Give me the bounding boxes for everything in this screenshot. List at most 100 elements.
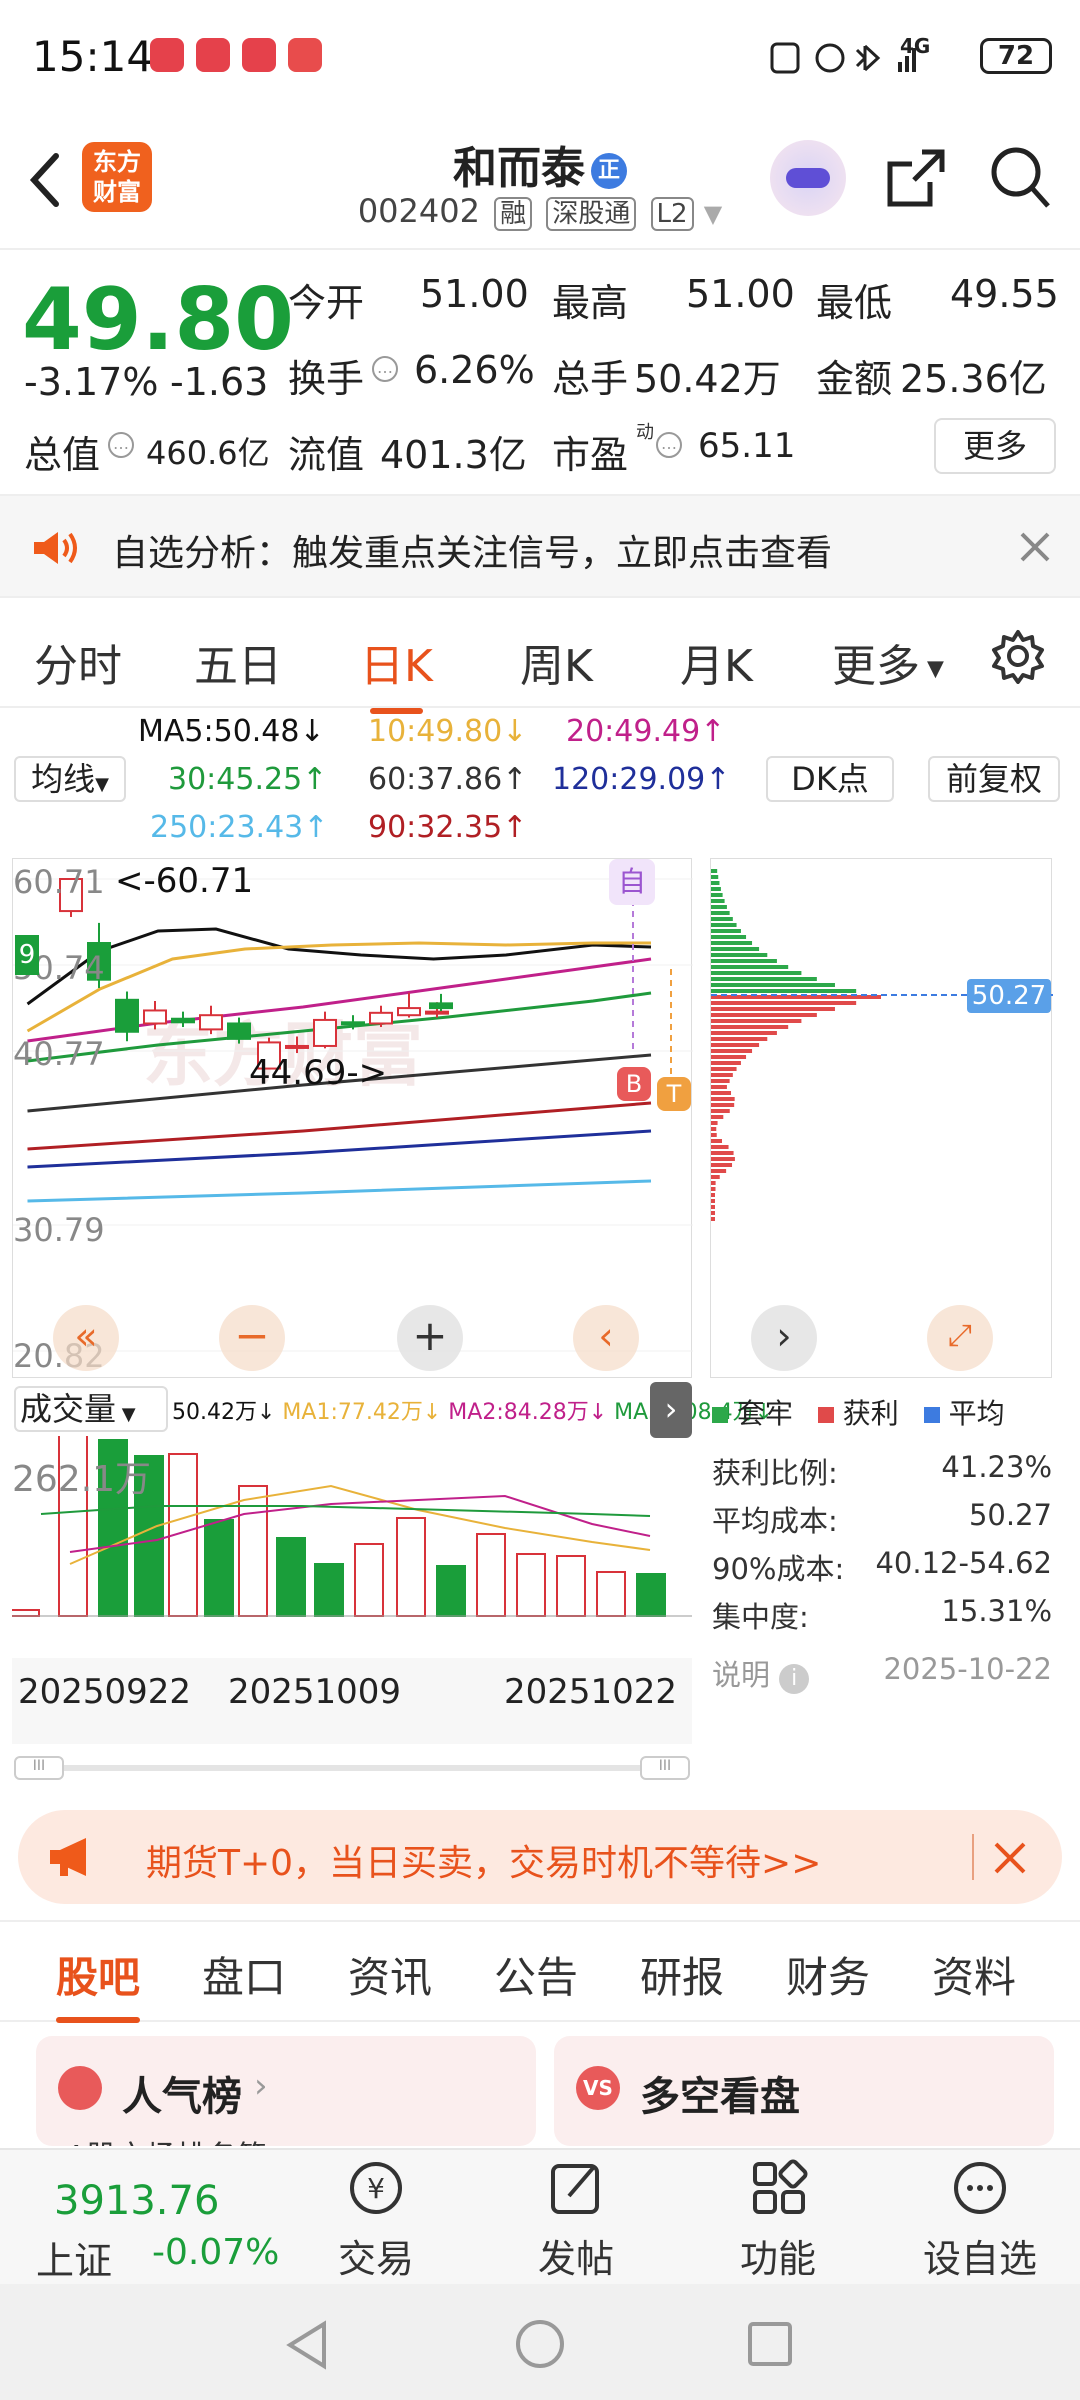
chip-svg [711, 869, 1053, 1221]
dk-point-button[interactable]: DK点 [766, 756, 894, 802]
tab-announcements[interactable]: 公告 [494, 1944, 578, 2005]
candle-body [115, 998, 139, 1033]
tab-research[interactable]: 研报 [640, 1944, 724, 2005]
step-back-icon[interactable]: ‹ [573, 1305, 639, 1371]
info-icon[interactable]: … [372, 356, 398, 382]
chip-bar [711, 1163, 733, 1167]
chip-bar [711, 1061, 741, 1065]
pe-superscript: 动 [636, 422, 654, 443]
chip-bar [711, 1025, 789, 1029]
chip-bar [711, 1049, 753, 1053]
ma5-value: MA5:50.48↓ [138, 714, 325, 749]
settings-gear-icon[interactable] [990, 628, 1046, 684]
buy-marker[interactable]: B [617, 1067, 651, 1101]
chip-bar [711, 1091, 732, 1095]
nav-functions[interactable]: 功能 [708, 2158, 848, 2283]
max-price-note: <-60.71 [115, 861, 254, 901]
zoom-in-icon[interactable]: + [397, 1305, 463, 1371]
chip-bar [711, 935, 747, 939]
assistant-avatar-icon[interactable] [770, 140, 846, 216]
candle-body [369, 1011, 393, 1025]
chip-bar [711, 1133, 717, 1137]
tab-five-day[interactable]: 五日 [194, 630, 282, 694]
chip-bar [711, 1043, 760, 1047]
average-cost-tag: 50.27 [967, 979, 1051, 1013]
tab-pankou[interactable]: 盘口 [202, 1944, 286, 2005]
tab-daily-k[interactable]: 日K [360, 630, 433, 714]
ma30-value: 30:45.25↑ [168, 762, 328, 797]
dropdown-icon[interactable]: ▼ [704, 200, 722, 228]
close-icon[interactable] [992, 1840, 1028, 1876]
nav-post[interactable]: 发帖 [506, 2158, 646, 2283]
index-change[interactable]: -0.07% [152, 2232, 279, 2273]
adjust-fuquan-button[interactable]: 前复权 [928, 756, 1060, 802]
chip-bar [711, 899, 725, 903]
nav-trade[interactable]: ¥ 交易 [306, 2158, 446, 2283]
tab-weekly-k[interactable]: 周K [520, 630, 593, 694]
info-icon[interactable]: … [656, 432, 682, 458]
chip-distribution[interactable]: 50.27 › ⤢ [710, 858, 1053, 1378]
back-nav-icon[interactable] [284, 2320, 330, 2370]
chip-bar [711, 953, 768, 957]
ma-selector-dropdown[interactable]: 均线▼ [14, 756, 126, 802]
chip-bar [711, 941, 753, 945]
zoom-out-icon[interactable]: − [219, 1305, 285, 1371]
forward-icon[interactable]: › [751, 1305, 817, 1371]
signal-badge[interactable]: 9 [15, 935, 39, 975]
stat-value: 50.27 [968, 1498, 1052, 1532]
chip-bar [711, 959, 777, 963]
system-nav-bar [0, 2284, 1080, 2400]
current-price: 49.80 [22, 270, 295, 370]
nav-add-watchlist[interactable]: 设自选 [910, 2158, 1050, 2283]
ma250-value: 250:23.43↑ [150, 810, 329, 845]
tab-monthly-k[interactable]: 月K [680, 630, 753, 694]
index-name[interactable]: 上证 [36, 2230, 112, 2285]
info-icon[interactable]: … [108, 432, 134, 458]
card-subtitle: A股市场排名第 [66, 2132, 267, 2146]
chart-icon [58, 2066, 102, 2110]
quote-panel: 49.80 -3.17% -1.63 今开 51.00 最高 51.00 最低 … [0, 252, 1080, 492]
chip-bar [711, 1013, 817, 1017]
tab-intraday[interactable]: 分时 [34, 630, 122, 694]
tab-finance[interactable]: 财务 [786, 1944, 870, 2005]
verified-badge: 正 [591, 153, 627, 189]
date-axis: 20250922 20251009 20251022 [12, 1658, 692, 1744]
chip-legend: 套牢 获利 平均 [712, 1392, 1005, 1432]
chip-bar [711, 905, 727, 909]
volume-bar [636, 1573, 666, 1617]
kline-chart[interactable]: 东方财富 60.71 50.74 40.77 30.79 20.82 <-60.… [12, 858, 693, 1378]
expand-panel-icon[interactable]: › [650, 1382, 692, 1438]
rewind-icon[interactable]: « [53, 1305, 119, 1371]
tab-news[interactable]: 资讯 [348, 1944, 432, 2005]
volume-chart[interactable]: 262.1万 [12, 1436, 692, 1658]
chart-tabs: 分时 五日 日K 周K 月K 更多 ▼ [0, 600, 1080, 714]
long-short-card[interactable]: VS 多空看盘 [554, 2036, 1054, 2146]
float-value: 401.3亿 [380, 433, 527, 477]
chip-bar [711, 1037, 768, 1041]
recents-nav-icon[interactable] [746, 2320, 794, 2368]
volume-bar [314, 1563, 344, 1617]
share-icon[interactable] [884, 146, 948, 210]
candle-body [429, 1002, 453, 1010]
futures-banner[interactable]: 期货T+0，当日买卖，交易时机不等待>> [18, 1810, 1062, 1904]
chart-scrollbar[interactable]: III III [14, 1756, 690, 1780]
volume-max-label: 262.1万 [12, 1459, 152, 1500]
indicator-selector-dropdown[interactable]: 成交量 ▼ [14, 1386, 168, 1432]
close-icon[interactable] [1018, 530, 1052, 564]
chip-bar [711, 1031, 777, 1035]
status-icons [770, 42, 916, 74]
tab-guba[interactable]: 股吧 [56, 1944, 141, 2023]
network-type: 4G [900, 34, 931, 58]
notice-bar[interactable]: 自选分析：触发重点关注信号，立即点击查看 [0, 494, 1080, 598]
t-marker[interactable]: T [657, 1077, 691, 1111]
more-quote-button[interactable]: 更多 [934, 418, 1056, 474]
chip-bar [711, 929, 741, 933]
self-select-marker[interactable]: 自 [609, 859, 655, 905]
expand-icon[interactable]: ⤢ [927, 1305, 993, 1371]
index-value[interactable]: 3913.76 [54, 2178, 219, 2224]
search-icon[interactable] [988, 144, 1052, 212]
home-nav-icon[interactable] [514, 2318, 566, 2370]
tab-profile[interactable]: 资料 [932, 1944, 1016, 2005]
popularity-card[interactable]: 人气榜 › A股市场排名第 [36, 2036, 536, 2146]
tab-more[interactable]: 更多 ▼ [832, 630, 944, 694]
